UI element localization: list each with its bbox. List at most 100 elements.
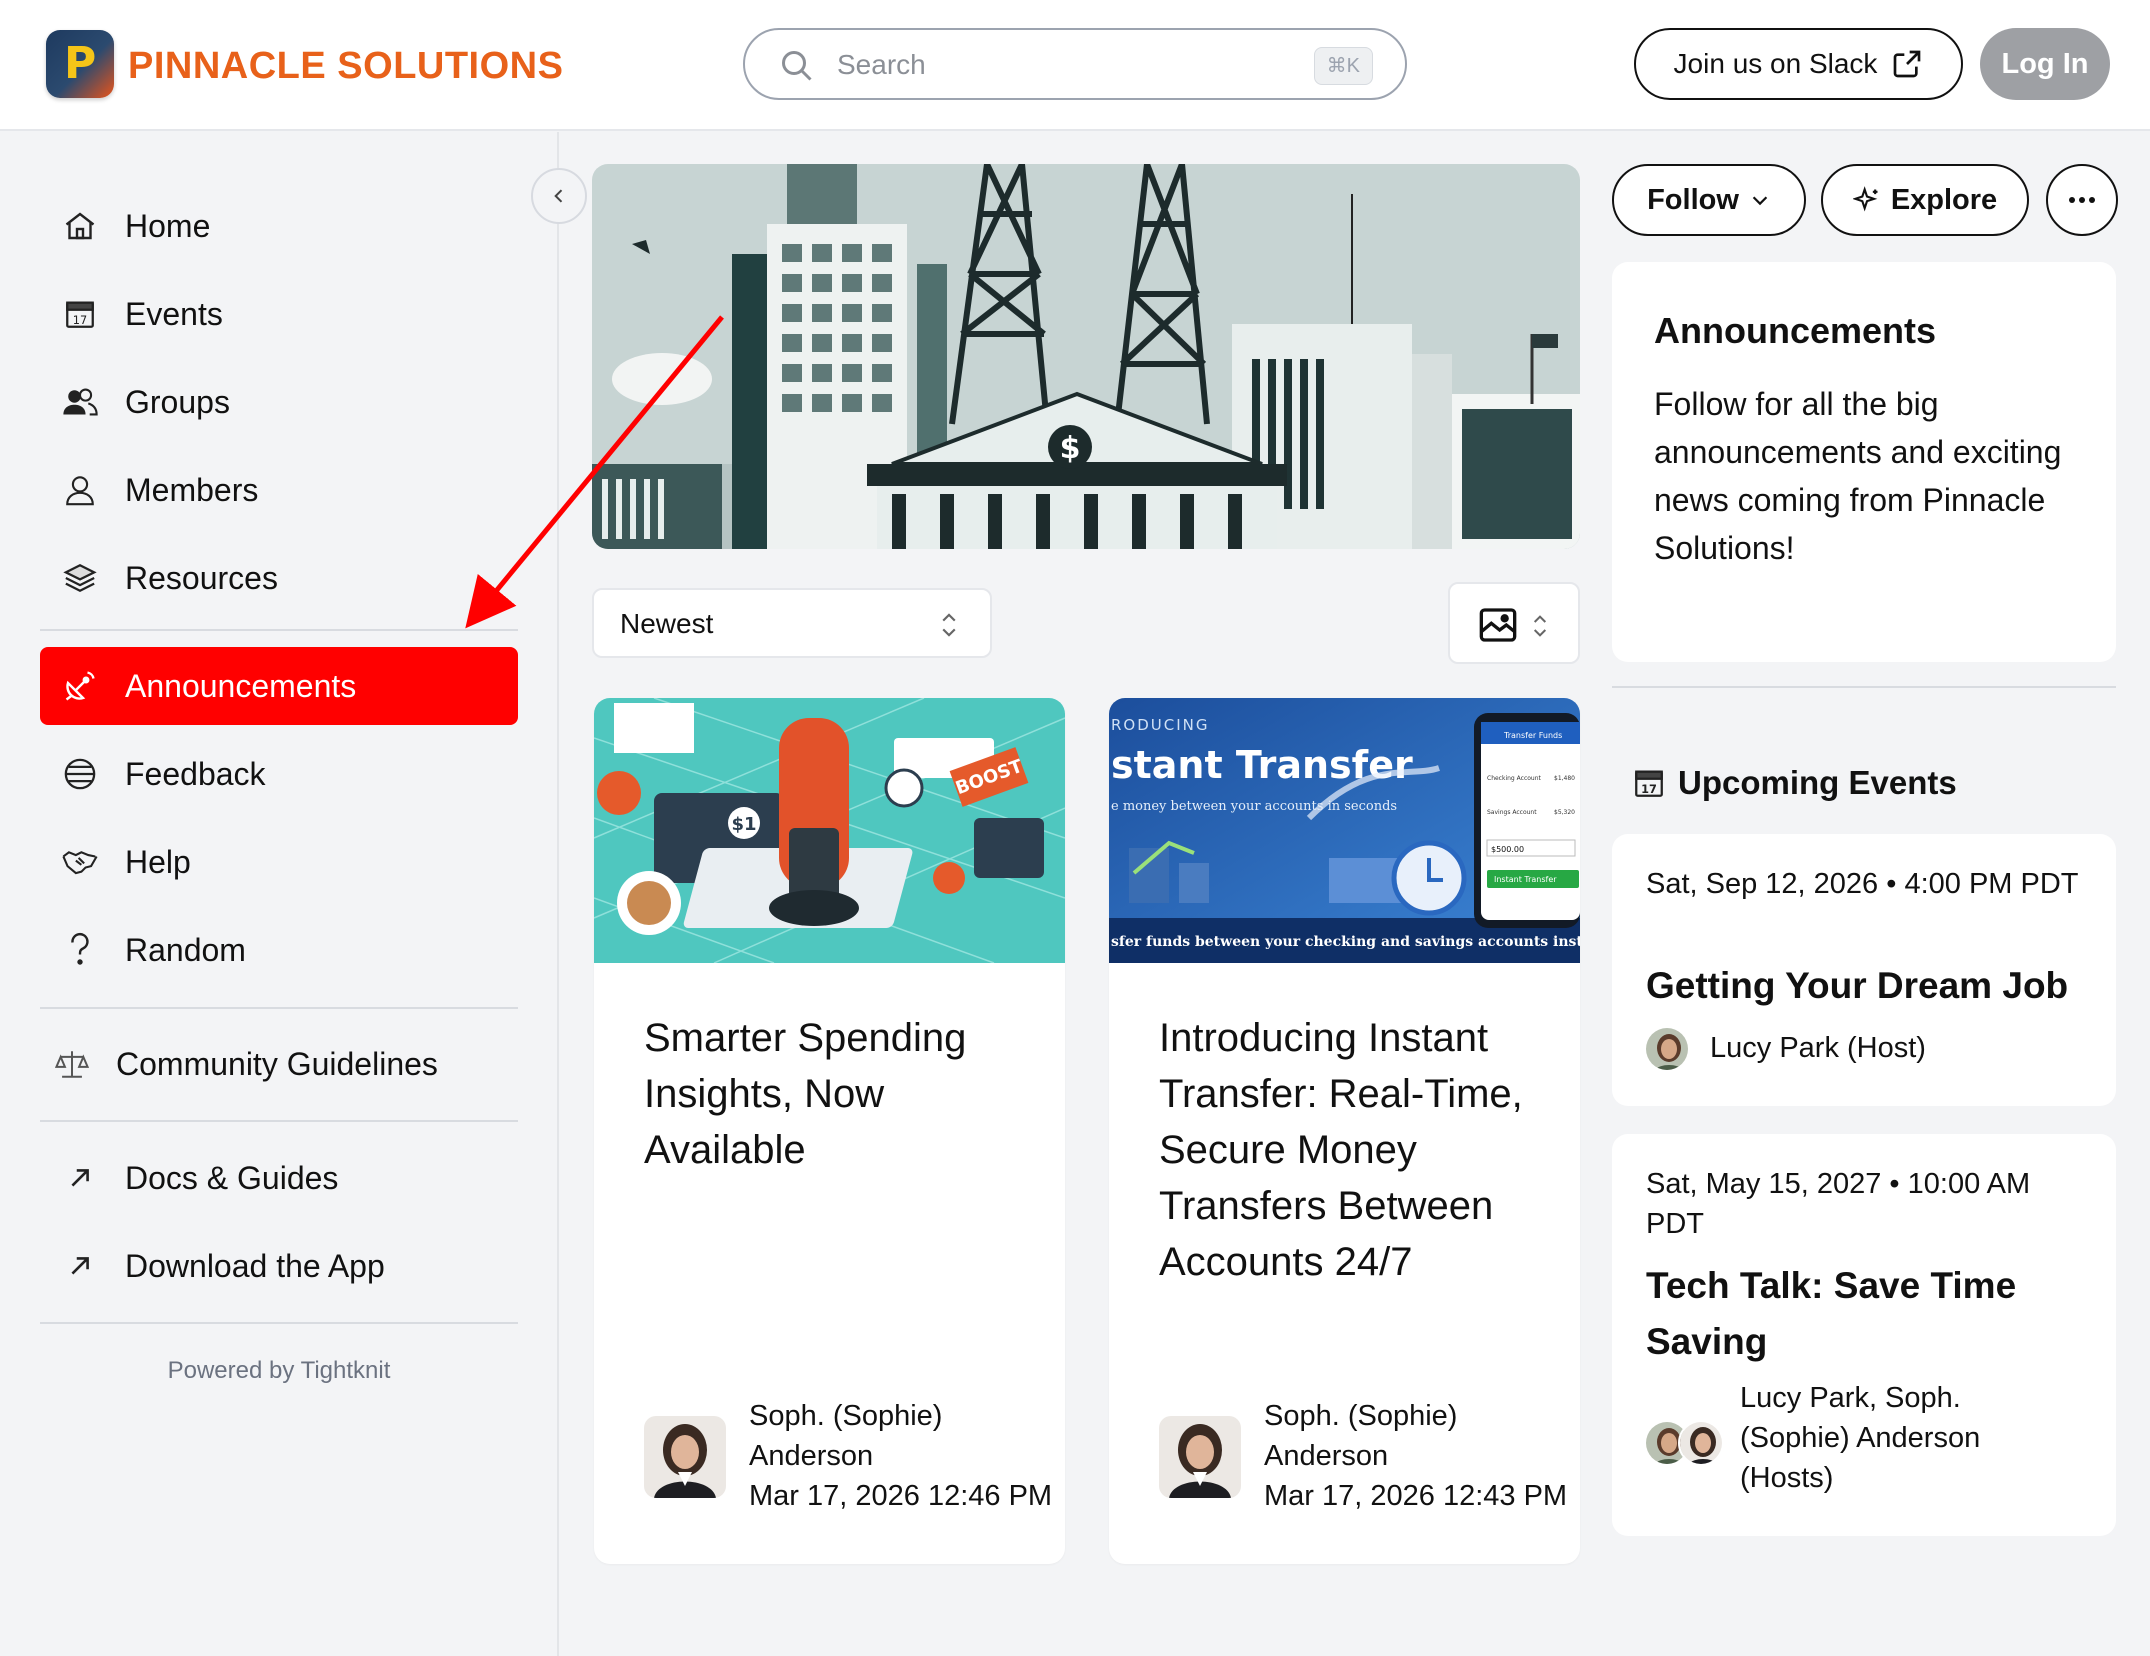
sidebar-item-members[interactable]: Members bbox=[40, 451, 518, 529]
powered-by[interactable]: Powered by Tightknit bbox=[40, 1357, 518, 1385]
join-slack-label: Join us on Slack bbox=[1673, 48, 1878, 79]
view-mode-select[interactable] bbox=[1448, 582, 1580, 664]
sidebar-item-events[interactable]: 17 Events bbox=[40, 275, 518, 353]
sidebar-divider bbox=[40, 1322, 518, 1324]
search-icon bbox=[782, 51, 812, 81]
author-name-cont[interactable]: Anderson bbox=[1264, 1436, 1567, 1476]
post-cover-image: BOOST $1 bbox=[594, 698, 1065, 964]
more-horizontal-icon bbox=[2069, 197, 2095, 203]
sidebar-item-download-app[interactable]: Download the App bbox=[40, 1227, 518, 1305]
chevron-updown-icon bbox=[942, 613, 956, 637]
sort-select[interactable]: Newest bbox=[592, 588, 992, 658]
post-title[interactable]: Smarter Spending Insights, Now Available bbox=[644, 1010, 1034, 1178]
svg-text:Transfer Funds: Transfer Funds bbox=[1503, 731, 1562, 740]
channel-info-card: Announcements Follow for all the big ann… bbox=[1612, 262, 2116, 662]
explore-label: Explore bbox=[1890, 183, 1998, 216]
post-title[interactable]: Introducing Instant Transfer: Real-Time,… bbox=[1159, 1010, 1549, 1290]
channel-description: Follow for all the big announcements and… bbox=[1654, 386, 2062, 566]
post-date: Mar 17, 2026 12:46 PM bbox=[749, 1480, 1053, 1512]
sidebar-item-random[interactable]: Random bbox=[40, 911, 518, 989]
svg-text:$5,320: $5,320 bbox=[1554, 809, 1575, 816]
author-name[interactable]: Soph. (Sophie) bbox=[749, 1396, 1052, 1436]
sidebar-item-home[interactable]: Home bbox=[40, 187, 518, 265]
svg-text:$500.00: $500.00 bbox=[1491, 845, 1524, 854]
right-divider bbox=[1612, 686, 2116, 688]
host-avatar bbox=[1644, 1026, 1690, 1072]
search-placeholder: Search bbox=[837, 49, 926, 80]
svg-text:17: 17 bbox=[73, 313, 87, 327]
sidebar-item-resources[interactable]: Resources bbox=[40, 539, 518, 617]
svg-text:$1,480: $1,480 bbox=[1554, 775, 1575, 782]
post-card[interactable]: BOOST $1 Smarter Spending Insights, Now … bbox=[594, 698, 1065, 1564]
sidebar-item-community-guidelines[interactable]: Community Guidelines bbox=[40, 1025, 518, 1103]
logo-mark: P bbox=[46, 30, 114, 98]
event-title[interactable]: Getting Your Dream Job bbox=[1646, 958, 2096, 1014]
event-title[interactable]: Tech Talk: Save Time Saving bbox=[1646, 1258, 2096, 1370]
explore-button[interactable]: Explore bbox=[1821, 164, 2029, 236]
sidebar-item-help[interactable]: Help bbox=[40, 823, 518, 901]
scale-icon bbox=[54, 1046, 90, 1082]
collapse-sidebar-button[interactable] bbox=[531, 168, 587, 224]
event-card[interactable]: Sat, May 15, 2027 • 10:00 AM PDT Tech Ta… bbox=[1612, 1134, 2116, 1536]
more-options-button[interactable] bbox=[2046, 164, 2118, 236]
post-author-meta: Soph. (Sophie) Anderson Mar 17, 2026 12:… bbox=[1264, 1396, 1567, 1516]
svg-text:$1: $1 bbox=[731, 814, 756, 835]
author-name-cont[interactable]: Anderson bbox=[749, 1436, 1052, 1476]
globe-icon bbox=[62, 756, 98, 792]
search-input[interactable]: Search ⌘K bbox=[743, 28, 1407, 100]
top-header: P PINNACLE SOLUTIONS Search ⌘K Join us o… bbox=[0, 0, 2150, 131]
event-date: Sat, Sep 12, 2026 • 4:00 PM PDT bbox=[1646, 868, 2079, 900]
login-button[interactable]: Log In bbox=[1980, 28, 2110, 100]
follow-button[interactable]: Follow bbox=[1612, 164, 1806, 236]
svg-text:RODUCING: RODUCING bbox=[1111, 716, 1210, 734]
gallery-view-icon bbox=[1479, 608, 1517, 642]
search-shortcut: ⌘K bbox=[1313, 47, 1373, 85]
sidebar-item-docs-guides[interactable]: Docs & Guides bbox=[40, 1139, 518, 1217]
svg-text:e money between your accounts: e money between your accounts in seconds bbox=[1111, 799, 1397, 814]
home-icon bbox=[62, 208, 98, 244]
channel-title: Announcements bbox=[1654, 310, 1937, 351]
event-hosts: Lucy Park (Host) bbox=[1710, 1032, 1926, 1064]
external-link-icon bbox=[1894, 50, 1921, 78]
satellite-icon bbox=[62, 668, 98, 704]
sidebar-divider bbox=[40, 1120, 518, 1122]
upcoming-events-header: 17 Upcoming Events bbox=[1632, 764, 1957, 802]
svg-text:Savings Account: Savings Account bbox=[1487, 809, 1537, 816]
calendar-icon: 17 bbox=[62, 296, 98, 332]
follow-label: Follow bbox=[1647, 183, 1739, 216]
svg-text:Instant Transfer: Instant Transfer bbox=[1494, 875, 1557, 884]
svg-text:$: $ bbox=[1060, 431, 1081, 466]
sidebar-item-announcements[interactable]: Announcements bbox=[40, 647, 518, 725]
svg-text:sfer funds between your checki: sfer funds between your checking and sav… bbox=[1111, 934, 1580, 950]
post-cover-image: RODUCING stant Transfer e money between … bbox=[1109, 698, 1580, 963]
layers-icon bbox=[62, 560, 98, 596]
author-avatar[interactable] bbox=[1159, 1416, 1241, 1498]
brand-logo[interactable]: P PINNACLE SOLUTIONS bbox=[46, 30, 563, 98]
sidebar: Home 17 Events Groups Members Resources … bbox=[0, 132, 559, 1656]
event-date: Sat, May 15, 2027 • 10:00 AM PDT bbox=[1646, 1168, 2031, 1240]
question-icon bbox=[62, 932, 98, 968]
upcoming-events-title: Upcoming Events bbox=[1678, 764, 1957, 801]
author-name[interactable]: Soph. (Sophie) bbox=[1264, 1396, 1567, 1436]
handshake-icon bbox=[62, 844, 98, 880]
post-card[interactable]: RODUCING stant Transfer e money between … bbox=[1109, 698, 1580, 1564]
sidebar-item-feedback[interactable]: Feedback bbox=[40, 735, 518, 813]
chevron-left-icon bbox=[554, 189, 563, 203]
event-hosts: Lucy Park, Soph. (Sophie) Anderson (Host… bbox=[1740, 1382, 1981, 1494]
calendar-icon: 17 bbox=[1635, 770, 1663, 797]
post-author-meta: Soph. (Sophie) Anderson Mar 17, 2026 12:… bbox=[749, 1396, 1052, 1516]
event-card[interactable]: Sat, Sep 12, 2026 • 4:00 PM PDT Getting … bbox=[1612, 834, 2116, 1106]
host-avatar bbox=[1678, 1420, 1724, 1466]
chevron-down-icon bbox=[1752, 196, 1768, 206]
sidebar-divider bbox=[40, 629, 518, 631]
arrow-up-right-icon bbox=[62, 1160, 98, 1196]
chevron-updown-icon bbox=[1533, 615, 1547, 637]
author-avatar[interactable] bbox=[644, 1416, 726, 1498]
arrow-up-right-icon bbox=[62, 1248, 98, 1284]
channel-banner-image: $ bbox=[592, 164, 1580, 549]
join-slack-button[interactable]: Join us on Slack bbox=[1634, 28, 1963, 100]
post-date: Mar 17, 2026 12:43 PM bbox=[1264, 1480, 1568, 1512]
sidebar-item-groups[interactable]: Groups bbox=[40, 363, 518, 441]
sidebar-divider bbox=[40, 1007, 518, 1009]
svg-text:17: 17 bbox=[1641, 782, 1657, 796]
